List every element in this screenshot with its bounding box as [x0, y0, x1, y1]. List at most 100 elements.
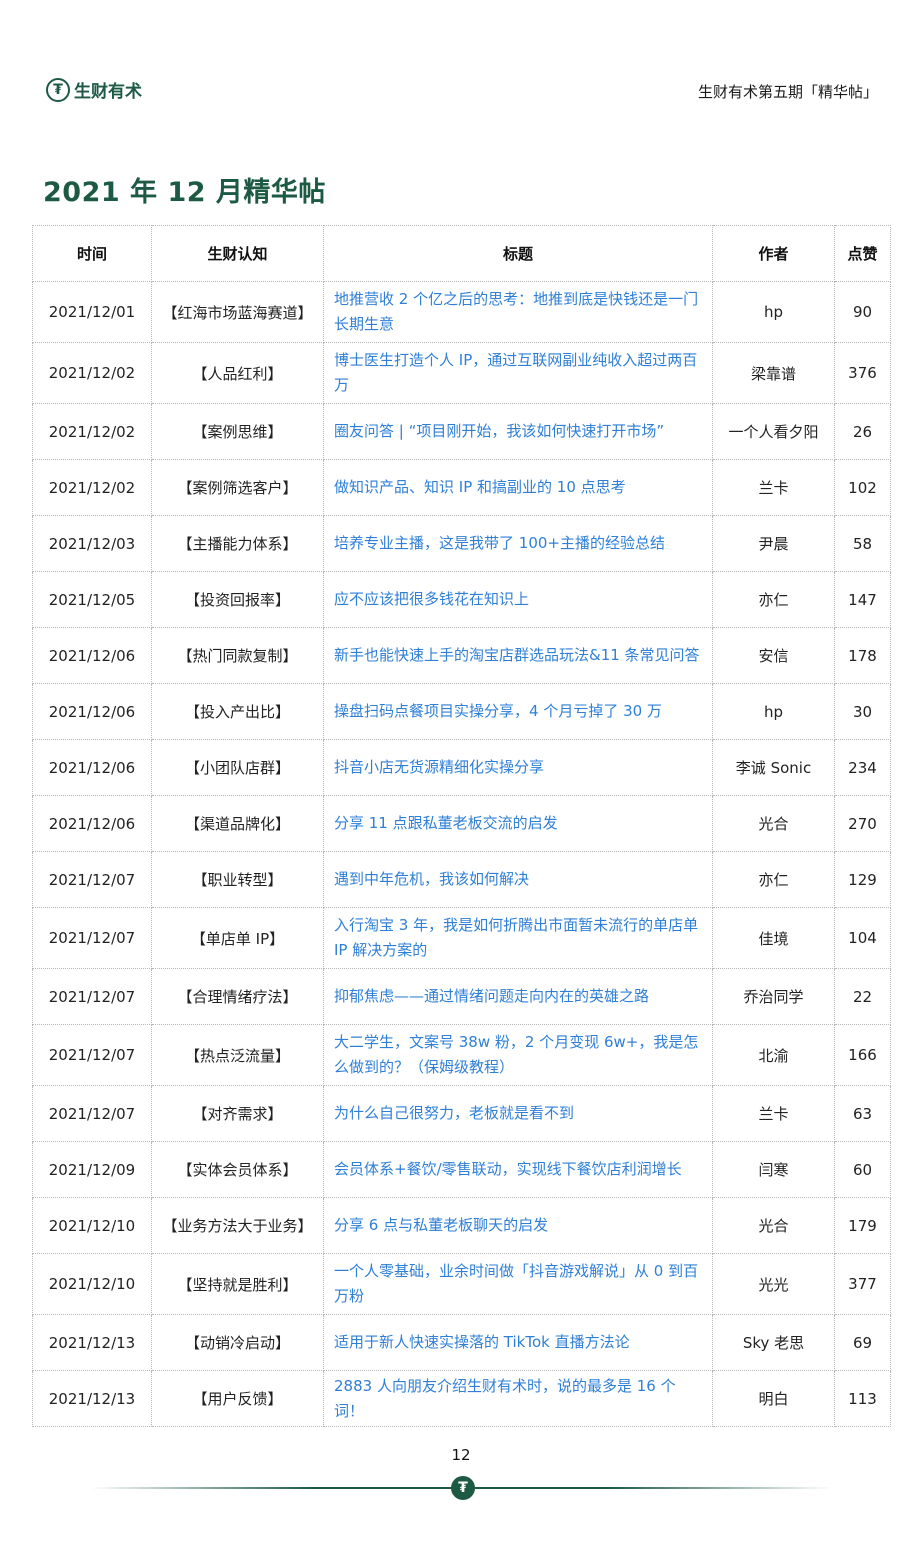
- footer-logo-icon: ₮: [451, 1476, 475, 1500]
- cell-category: 【单店单 IP】: [151, 907, 324, 969]
- post-title-link[interactable]: 分享 11 点跟私董老板交流的启发: [323, 795, 713, 852]
- cell-author: 北渝: [712, 1024, 835, 1086]
- table-row: 2021/12/13 【用户反馈】 2883 人向朋友介绍生财有术时，说的最多是 1…: [32, 1370, 891, 1427]
- cell-date: 2021/12/02: [32, 459, 152, 516]
- post-title-link[interactable]: 大二学生，文案号 38w 粉，2 个月变现 6w+，我是怎么做到的？（保姆级教程…: [323, 1024, 713, 1086]
- cell-date: 2021/12/09: [32, 1141, 152, 1198]
- page-title: 2021 年 12 月精华帖: [43, 177, 326, 208]
- cell-author: 兰卡: [712, 459, 835, 516]
- cell-author: 明白: [712, 1370, 835, 1427]
- cell-category: 【投入产出比】: [151, 683, 324, 740]
- cell-date: 2021/12/06: [32, 627, 152, 684]
- column-header-category: 生财认知: [151, 225, 324, 282]
- cell-date: 2021/12/06: [32, 795, 152, 852]
- cell-category: 【对齐需求】: [151, 1085, 324, 1142]
- table-row: 2021/12/07 【合理情绪疗法】 抑郁焦虑——通过情绪问题走向内在的英雄之路乔…: [32, 968, 891, 1025]
- cell-author: 闫寒: [712, 1141, 835, 1198]
- column-header-likes: 点赞: [834, 225, 891, 282]
- column-header-title: 标题: [323, 225, 713, 282]
- cell-author: hp: [712, 281, 835, 343]
- cell-author: Sky 老思: [712, 1314, 835, 1371]
- cell-date: 2021/12/05: [32, 571, 152, 628]
- cell-date: 2021/12/01: [32, 281, 152, 343]
- post-title-link[interactable]: 分享 6 点与私董老板聊天的启发: [323, 1197, 713, 1254]
- cell-likes: 63: [834, 1085, 891, 1142]
- cell-likes: 58: [834, 515, 891, 572]
- cell-date: 2021/12/02: [32, 342, 152, 404]
- table-row: 2021/12/06 【小团队店群】 抖音小店无货源精细化实操分享 李诚 Sonic 2…: [32, 739, 891, 796]
- post-title-link[interactable]: 抖音小店无货源精细化实操分享: [323, 739, 713, 796]
- cell-date: 2021/12/07: [32, 1085, 152, 1142]
- post-title-link[interactable]: 博士医生打造个人 IP，通过互联网副业纯收入超过两百万: [323, 342, 713, 404]
- cell-category: 【热门同款复制】: [151, 627, 324, 684]
- posts-table: 时间 生财认知 标题 作者 点赞 2021/12/01 【红海市场蓝海赛道】 地推营…: [32, 225, 891, 1427]
- logo-text: 生财有术: [74, 82, 142, 102]
- post-title-link[interactable]: 会员体系+餐饮/零售联动，实现线下餐饮店利润增长: [323, 1141, 713, 1198]
- cell-likes: 166: [834, 1024, 891, 1086]
- cell-likes: 376: [834, 342, 891, 404]
- post-title-link[interactable]: 新手也能快速上手的淘宝店群选品玩法&11 条常见问答: [323, 627, 713, 684]
- post-title-link[interactable]: 地推营收 2 个亿之后的思考：地推到底是快钱还是一门长期生意: [323, 281, 713, 343]
- post-title-link[interactable]: 适用于新人快速实操落的 TikTok 直播方法论: [323, 1314, 713, 1371]
- table-row: 2021/12/02 【案例思维】 圈友问答 | “项目刚开始，我该如何快速打开市场…: [32, 403, 891, 460]
- table-row: 2021/12/01 【红海市场蓝海赛道】 地推营收 2 个亿之后的思考：地推到底是…: [32, 281, 891, 343]
- table-row: 2021/12/06 【热门同款复制】 新手也能快速上手的淘宝店群选品玩法&11 条…: [32, 627, 891, 684]
- cell-likes: 90: [834, 281, 891, 343]
- cell-likes: 22: [834, 968, 891, 1025]
- cell-date: 2021/12/07: [32, 907, 152, 969]
- cell-date: 2021/12/03: [32, 515, 152, 572]
- table-row: 2021/12/07 【职业转型】 遇到中年危机，我该如何解决 亦仁 129: [32, 851, 891, 908]
- cell-likes: 234: [834, 739, 891, 796]
- cell-category: 【坚持就是胜利】: [151, 1253, 324, 1315]
- post-title-link[interactable]: 一个人零基础，业余时间做「抖音游戏解说」从 0 到百万粉: [323, 1253, 713, 1315]
- table-row: 2021/12/03 【主播能力体系】 培养专业主播，这是我带了 100+主播的经验…: [32, 515, 891, 572]
- cell-category: 【案例筛选客户】: [151, 459, 324, 516]
- post-title-link[interactable]: 抑郁焦虑——通过情绪问题走向内在的英雄之路: [323, 968, 713, 1025]
- cell-author: 光合: [712, 1197, 835, 1254]
- post-title-link[interactable]: 2883 人向朋友介绍生财有术时，说的最多是 16 个词！: [323, 1370, 713, 1427]
- cell-category: 【用户反馈】: [151, 1370, 324, 1427]
- post-title-link[interactable]: 遇到中年危机，我该如何解决: [323, 851, 713, 908]
- post-title-link[interactable]: 做知识产品、知识 IP 和搞副业的 10 点思考: [323, 459, 713, 516]
- table-row: 2021/12/10 【坚持就是胜利】 一个人零基础，业余时间做「抖音游戏解说」从 …: [32, 1253, 891, 1315]
- table-row: 2021/12/07 【单店单 IP】 入行淘宝 3 年，我是如何折腾出市面暂未流行…: [32, 907, 891, 969]
- column-header-date: 时间: [32, 225, 152, 282]
- cell-date: 2021/12/10: [32, 1253, 152, 1315]
- post-title-link[interactable]: 操盘扫码点餐项目实操分享，4 个月亏掉了 30 万: [323, 683, 713, 740]
- cell-date: 2021/12/02: [32, 403, 152, 460]
- cell-author: 李诚 Sonic: [712, 739, 835, 796]
- page-number: 12: [451, 1446, 471, 1464]
- cell-category: 【热点泛流量】: [151, 1024, 324, 1086]
- cell-date: 2021/12/07: [32, 851, 152, 908]
- table-header-row: 时间 生财认知 标题 作者 点赞: [32, 225, 891, 282]
- cell-likes: 270: [834, 795, 891, 852]
- cell-category: 【主播能力体系】: [151, 515, 324, 572]
- post-title-link[interactable]: 培养专业主播，这是我带了 100+主播的经验总结: [323, 515, 713, 572]
- cell-likes: 60: [834, 1141, 891, 1198]
- cell-category: 【投资回报率】: [151, 571, 324, 628]
- cell-author: 安信: [712, 627, 835, 684]
- cell-author: 亦仁: [712, 851, 835, 908]
- cell-author: 一个人看夕阳: [712, 403, 835, 460]
- post-title-link[interactable]: 入行淘宝 3 年，我是如何折腾出市面暂未流行的单店单 IP 解决方案的: [323, 907, 713, 969]
- table-row: 2021/12/06 【渠道品牌化】 分享 11 点跟私董老板交流的启发 光合 270: [32, 795, 891, 852]
- post-title-link[interactable]: 应不应该把很多钱花在知识上: [323, 571, 713, 628]
- cell-date: 2021/12/06: [32, 739, 152, 796]
- cell-date: 2021/12/13: [32, 1314, 152, 1371]
- cell-author: 乔治同学: [712, 968, 835, 1025]
- table-row: 2021/12/06 【投入产出比】 操盘扫码点餐项目实操分享，4 个月亏掉了 30…: [32, 683, 891, 740]
- header-issue-title: 生财有术第五期「精华帖」: [697, 83, 878, 101]
- cell-category: 【业务方法大于业务】: [151, 1197, 324, 1254]
- cell-category: 【红海市场蓝海赛道】: [151, 281, 324, 343]
- cell-author: 兰卡: [712, 1085, 835, 1142]
- table-row: 2021/12/07 【热点泛流量】 大二学生，文案号 38w 粉，2 个月变现 6…: [32, 1024, 891, 1086]
- table-row: 2021/12/05 【投资回报率】 应不应该把很多钱花在知识上 亦仁 147: [32, 571, 891, 628]
- table-row: 2021/12/02 【人品红利】 博士医生打造个人 IP，通过互联网副业纯收入超过…: [32, 342, 891, 404]
- post-title-link[interactable]: 圈友问答 | “项目刚开始，我该如何快速打开市场”: [323, 403, 713, 460]
- post-title-link[interactable]: 为什么自己很努力，老板就是看不到: [323, 1085, 713, 1142]
- cell-date: 2021/12/10: [32, 1197, 152, 1254]
- cell-date: 2021/12/07: [32, 968, 152, 1025]
- cell-category: 【案例思维】: [151, 403, 324, 460]
- cell-date: 2021/12/06: [32, 683, 152, 740]
- cell-category: 【合理情绪疗法】: [151, 968, 324, 1025]
